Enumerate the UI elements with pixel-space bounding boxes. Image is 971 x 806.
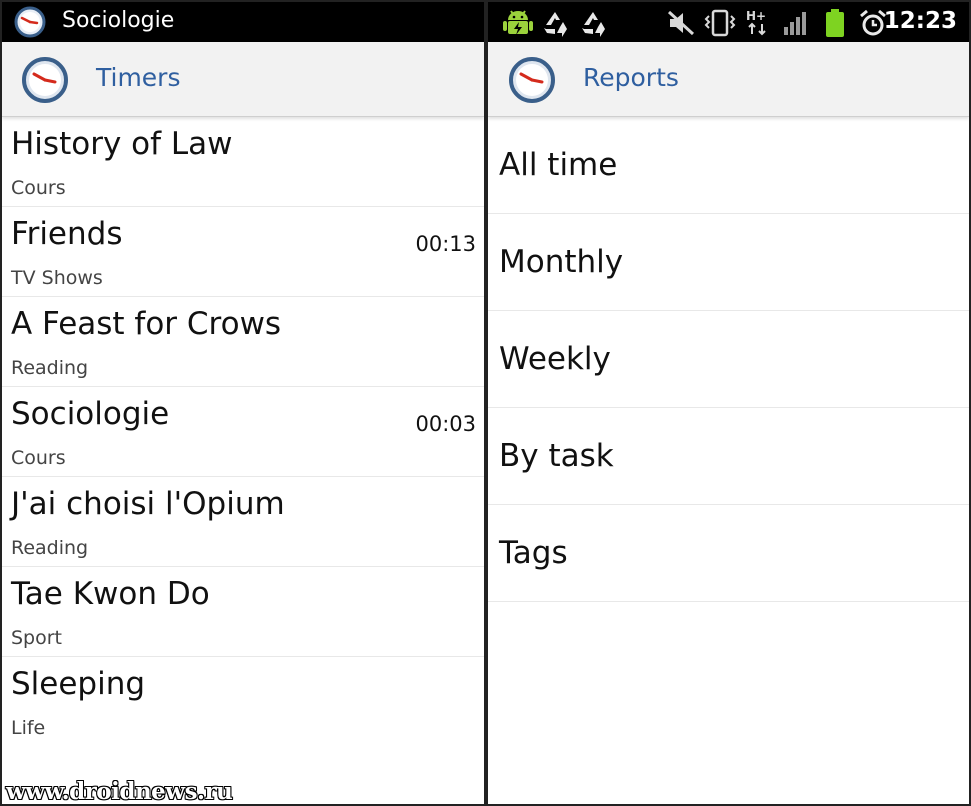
timer-category: Cours [11,177,66,199]
app-bar: Timers [2,42,484,117]
battery-icon [824,8,846,42]
timer-category: Sport [11,627,63,649]
hplus-data-icon: H+ [744,8,772,42]
status-time: 12:23 [883,8,957,34]
timer-row-sleeping[interactable]: Sleeping Life [2,657,484,747]
svg-text:H+: H+ [746,9,766,23]
timer-category: Reading [11,357,89,379]
timer-row-tae-kwon-do[interactable]: Tae Kwon Do Sport [2,567,484,657]
report-item-tags[interactable]: Tags [488,505,969,602]
timer-category: Reading [11,537,89,559]
report-label: Monthly [499,244,624,280]
timer-row-friends[interactable]: Friends TV Shows 00:13 [2,207,484,297]
timer-elapsed: 00:13 [415,232,476,256]
notification-title: Sociologie [62,8,175,33]
timer-category: TV Shows [11,267,103,289]
signal-icon [782,8,810,42]
clock-icon[interactable] [507,55,557,109]
timer-row-sociologie[interactable]: Sociologie Cours 00:03 [2,387,484,477]
recycle-icon [578,8,608,42]
clock-icon[interactable] [20,55,70,109]
timer-row-jai-choisi-lopium[interactable]: J'ai choisi l'Opium Reading [2,477,484,567]
timer-row-history-of-law[interactable]: History of Law Cours [2,117,484,207]
reports-screen: H+ 12:23 Reports All time Monthly Weekly… [486,0,971,806]
report-label: Tags [499,535,568,571]
report-item-by-task[interactable]: By task [488,408,969,505]
report-label: By task [499,438,614,474]
report-label: All time [499,147,618,183]
watermark: www.droidnews.ru [6,778,233,805]
timer-name: A Feast for Crows [11,306,282,342]
timer-name: Friends [11,216,123,252]
page-title: Timers [96,63,181,92]
report-label: Weekly [499,341,611,377]
reports-list: All time Monthly Weekly By task Tags [488,117,969,602]
timers-screen: Sociologie Timers History of Law Cours F… [0,0,486,806]
recycle-icon [540,8,570,42]
app-bar: Reports [488,42,969,117]
report-item-weekly[interactable]: Weekly [488,311,969,408]
android-usb-icon [500,8,536,42]
timer-category: Cours [11,447,66,469]
timer-row-a-feast-for-crows[interactable]: A Feast for Crows Reading [2,297,484,387]
page-title: Reports [583,63,679,92]
vibrate-icon [703,8,737,42]
timer-name: History of Law [11,126,233,162]
timer-name: Tae Kwon Do [11,576,210,612]
timer-category: Life [11,717,46,739]
status-bar[interactable]: H+ 12:23 [488,2,969,42]
mute-icon [666,8,696,42]
report-item-monthly[interactable]: Monthly [488,214,969,311]
clock-icon [12,6,48,42]
report-item-all-time[interactable]: All time [488,117,969,214]
timer-name: Sociologie [11,396,170,432]
timer-elapsed: 00:03 [415,412,476,436]
timers-list: History of Law Cours Friends TV Shows 00… [2,117,484,747]
timer-name: J'ai choisi l'Opium [11,486,285,522]
timer-name: Sleeping [11,666,146,702]
status-bar[interactable]: Sociologie [2,2,484,42]
